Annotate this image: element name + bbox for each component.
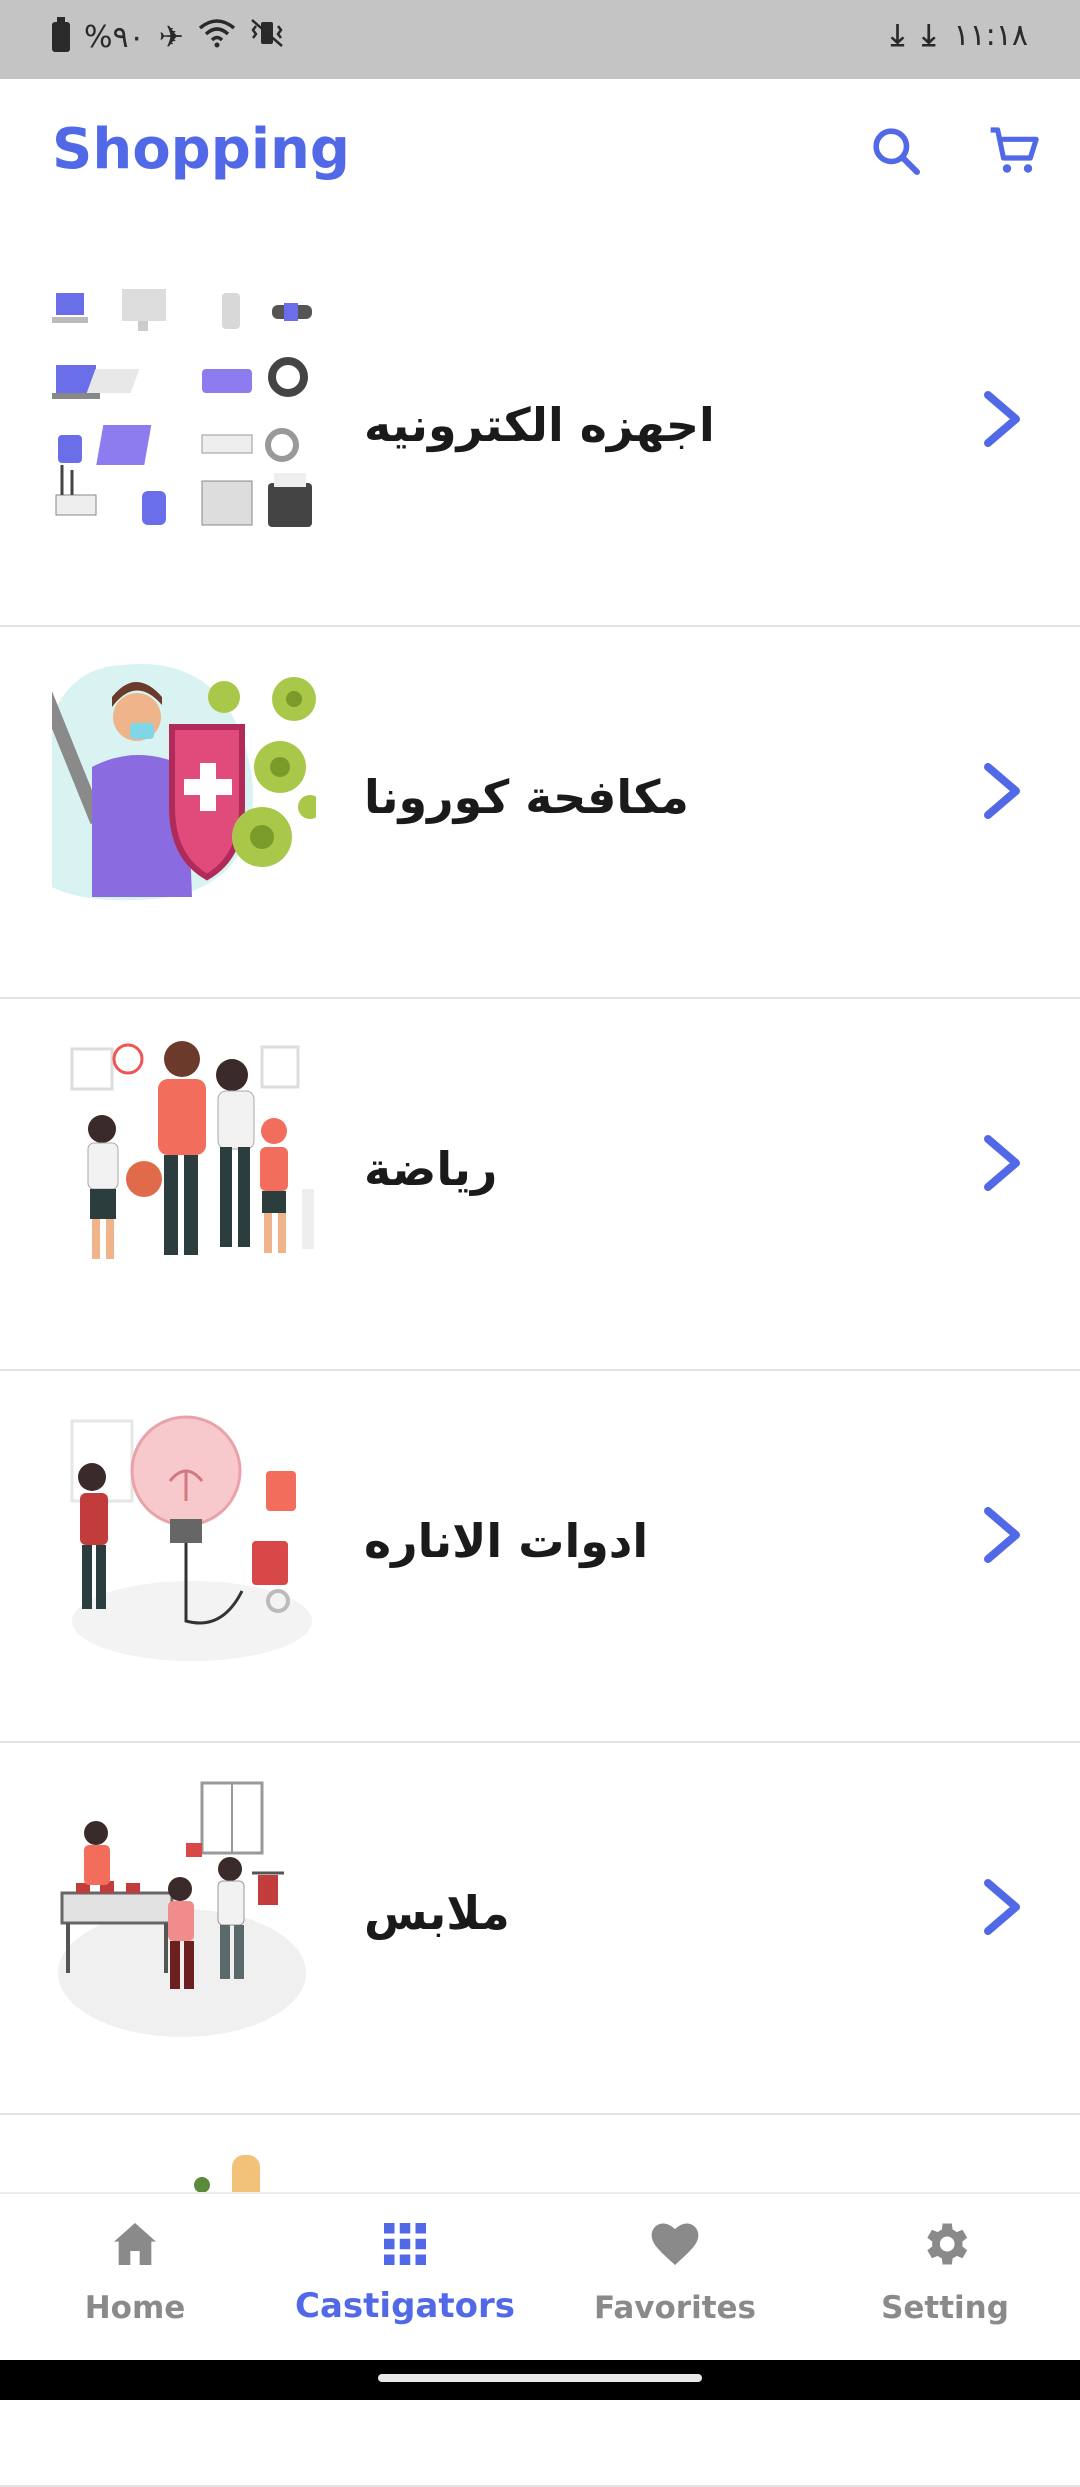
nav-label: Favorites [594,2290,756,2326]
category-row[interactable]: اجهزه الكترونيه [0,255,1080,627]
grid-icon [377,2216,433,2272]
download-icon: ⤓ [890,18,905,53]
nav-item-favorites[interactable]: Favorites [540,2194,810,2362]
chevron-right-icon[interactable] [976,1505,1028,1565]
gesture-handle[interactable] [378,2374,702,2382]
chevron-right-icon[interactable] [976,761,1028,821]
nav-item-castigators[interactable]: Castigators [270,2194,540,2362]
clothes-shop-image [52,1773,316,2037]
search-icon[interactable] [868,123,924,179]
status-time: ١١:١٨ [953,18,1028,53]
cart-icon[interactable] [986,123,1042,179]
category-label: ملابس [364,1886,510,1940]
battery-percent: %٩٠ [84,19,145,55]
chevron-right-icon[interactable] [976,1133,1028,1193]
airplane-icon: ✈ [158,19,184,55]
category-row[interactable]: مكافحة كورونا [0,627,1080,999]
heart-icon [647,2216,703,2272]
bottom-nav: Home Castigators Favorites Setting [0,2192,1080,2362]
chevron-right-icon[interactable] [976,389,1028,449]
nav-label: Castigators [295,2286,515,2326]
app-bar: Shopping [0,79,1080,229]
download-icon: ⤓ [922,18,936,53]
system-gesture-bar [0,2360,1080,2400]
nav-label: Setting [881,2290,1009,2326]
gear-icon [917,2216,973,2272]
category-label: رياضة [364,1142,498,1196]
category-row[interactable]: رياضة [0,999,1080,1371]
nav-label: Home [84,2290,186,2326]
home-icon [107,2216,163,2272]
category-label: اجهزه الكترونيه [364,398,715,452]
status-left: %٩٠ ✈ [52,17,284,56]
wifi-icon [198,18,236,56]
nav-item-setting[interactable]: Setting [810,2194,1080,2362]
status-right: ⤓ ⤓ ١١:١٨ [891,18,1028,53]
chevron-right-icon[interactable] [976,1877,1028,1937]
category-row[interactable]: ملابس [0,1743,1080,2115]
sports-family-image [52,1029,316,1293]
category-label: مكافحة كورونا [364,770,689,824]
category-row[interactable]: ادوات الاناره [0,1371,1080,1743]
corona-fight-image [52,657,316,921]
vibrate-icon [250,18,284,56]
category-list: اجهزه الكترونيه مكافحة كورونا رياضة ادوا… [0,255,1080,2487]
lighting-image [52,1401,316,1665]
status-bar: %٩٠ ✈ ⤓ ⤓ ١١:١٨ [0,0,1080,79]
nav-item-home[interactable]: Home [0,2194,270,2362]
app-actions [868,123,1042,179]
app-title: Shopping [52,117,350,182]
category-label: ادوات الاناره [364,1514,649,1568]
battery-icon [52,17,70,52]
electronics-image [52,285,316,549]
